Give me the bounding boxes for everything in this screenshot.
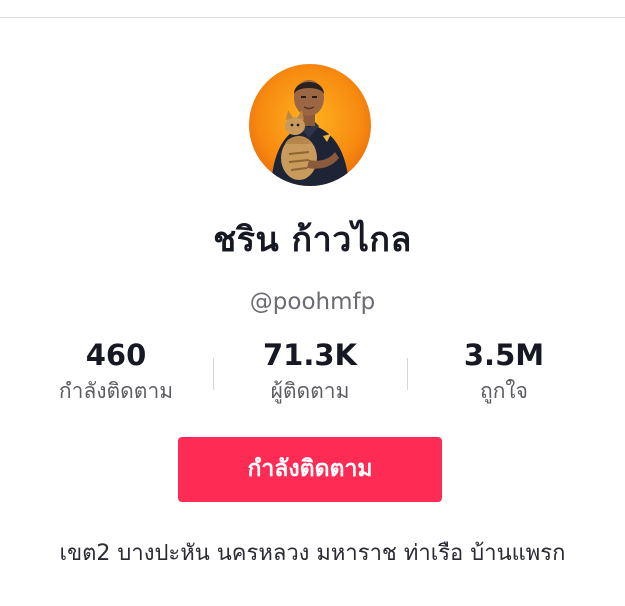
profile-photo-icon bbox=[249, 64, 371, 186]
followers-count: 71.3K bbox=[262, 338, 358, 372]
stat-followers[interactable]: 71.3K ผู้ติดตาม bbox=[210, 334, 410, 406]
following-button[interactable]: กำลังติดตาม bbox=[178, 437, 442, 502]
following-count: 460 bbox=[85, 338, 147, 372]
stats-row: 460 กำลังติดตาม 71.3K ผู้ติดตาม 3.5M ถูก… bbox=[0, 334, 625, 414]
likes-label: ถูกใจ bbox=[480, 379, 528, 403]
username: @poohmfp bbox=[249, 289, 376, 315]
display-name: ชริน ก้าวไกล bbox=[213, 220, 412, 260]
header-divider bbox=[0, 17, 625, 18]
stat-likes[interactable]: 3.5M ถูกใจ bbox=[404, 334, 604, 406]
followers-label: ผู้ติดตาม bbox=[270, 379, 350, 403]
profile-page: ชริน ก้าวไกล @poohmfp 460 กำลังติดตาม 71… bbox=[0, 0, 625, 606]
stat-following[interactable]: 460 กำลังติดตาม bbox=[16, 334, 216, 406]
likes-count: 3.5M bbox=[463, 338, 545, 372]
bio-text: เขต2 บางปะหัน นครหลวง มหาราช ท่าเรือ บ้า… bbox=[59, 541, 566, 566]
following-label: กำลังติดตาม bbox=[58, 379, 174, 403]
avatar[interactable] bbox=[249, 64, 371, 186]
